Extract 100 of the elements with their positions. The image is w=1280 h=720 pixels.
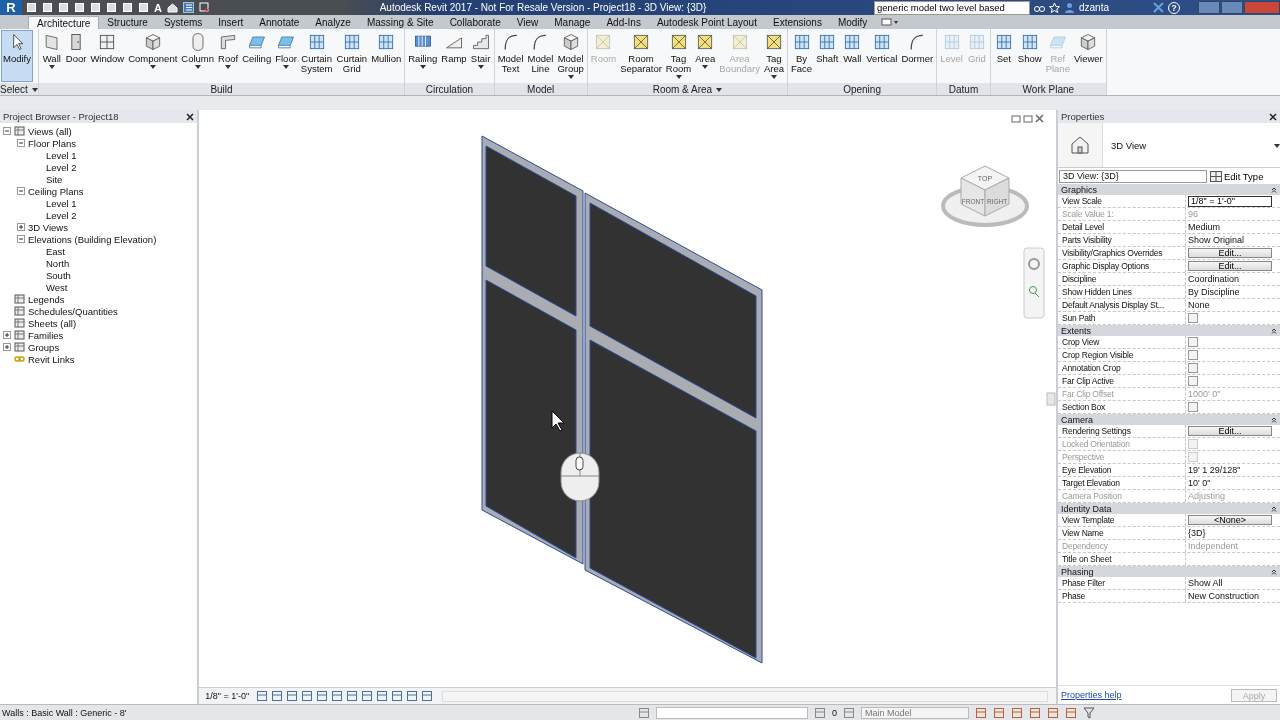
checkbox[interactable] [1188,313,1198,323]
user-icon[interactable] [1064,2,1075,13]
tree-item[interactable]: Sheets (all) [28,317,77,329]
ribbon-tab[interactable]: Massing & Site [358,16,442,29]
user-name[interactable]: dzanta [1079,2,1149,13]
ribbon-button[interactable]: Show [1015,30,1044,82]
tree-item[interactable]: Site [46,173,63,185]
ribbon-tab[interactable]: Architecture [28,16,100,29]
ribbon-button[interactable]: By Face [789,30,815,82]
view-control-icon[interactable] [256,690,269,702]
design-option-dropdown[interactable]: Main Model [861,706,969,719]
instance-dropdown[interactable]: 3D View: {3D} [1059,169,1207,183]
ribbon-button[interactable]: Modify [1,30,33,82]
chevron-icon[interactable] [1271,416,1277,423]
close-icon[interactable] [1269,112,1277,121]
expand-toggle[interactable] [17,235,25,243]
ribbon-button[interactable]: Door [63,30,89,82]
ribbon-button[interactable]: Model Text [495,30,526,82]
tree-item[interactable]: North [46,257,70,269]
checkbox[interactable] [1188,402,1198,412]
edit-button[interactable]: Edit... [1188,261,1272,271]
ribbon-button[interactable]: Viewer [1071,30,1105,82]
ribbon-button[interactable]: Area [693,30,718,82]
view-control-icon[interactable] [421,690,434,702]
navigation-bar[interactable] [1023,247,1045,319]
ribbon-button[interactable]: Shaft [814,30,841,82]
view-scale-field[interactable]: 1/8" = 1'-0" [1188,195,1272,207]
text-tool-button[interactable]: A [154,1,162,14]
edit-button[interactable]: <None> [1188,515,1272,525]
tree-item[interactable]: Floor Plans [28,137,77,149]
x-logo-icon[interactable] [1153,2,1164,13]
ribbon-button[interactable]: Dormer [899,30,936,82]
ribbon-button[interactable]: Tag Area [761,30,786,82]
star-icon[interactable] [1049,2,1060,13]
ribbon-button[interactable]: Model Group [555,30,586,82]
expand-toggle[interactable] [3,343,11,351]
edit-button[interactable]: Edit... [1188,248,1272,258]
ribbon-tab[interactable]: Insert [210,16,252,29]
ribbon-button[interactable]: Curtain System [298,30,335,82]
group-header[interactable]: Extents [1058,325,1280,336]
ribbon-tab[interactable]: Autodesk Point Layout [648,16,765,29]
ribbon-button[interactable]: Wall [39,30,64,82]
edit-type-button[interactable]: Edit Type [1210,170,1264,182]
tree-item[interactable]: Families [28,329,64,341]
workset-field[interactable] [656,706,808,719]
tree-item[interactable]: Level 2 [46,209,77,221]
group-header[interactable]: Phasing [1058,566,1280,577]
ribbon-button[interactable]: Mullion [369,30,404,82]
view-control-icon[interactable] [316,690,329,702]
minimize-button[interactable] [1198,1,1220,14]
type-selector[interactable]: 3D View [1058,123,1280,168]
view-scale-label[interactable]: 1/8" = 1'-0" [205,691,250,701]
close-window-icon[interactable] [198,2,210,13]
edit-button[interactable]: Edit... [1188,426,1272,436]
expand-toggle[interactable] [17,139,25,147]
ribbon-button[interactable]: Railing [406,30,440,82]
ribbon-button[interactable]: Wall [840,30,865,82]
chevron-icon[interactable] [1271,568,1277,575]
expand-toggle[interactable] [3,127,11,135]
ribbon-button[interactable]: Roof [216,30,241,82]
tree-item[interactable]: West [46,281,68,293]
tree-item[interactable]: Views (all) [28,125,72,137]
tree-item[interactable]: Revit Links [28,353,75,365]
help-link[interactable]: Properties help [1061,690,1122,700]
checkbox[interactable] [1188,337,1198,347]
checkbox[interactable] [1188,350,1198,360]
expand-toggle[interactable] [17,187,25,195]
tree-item[interactable]: Level 1 [46,197,77,209]
ribbon-tab[interactable]: Extensions [764,16,830,29]
ribbon-tab[interactable]: Structure [99,16,156,29]
group-header[interactable]: Graphics [1058,184,1280,195]
close-icon[interactable] [186,112,195,121]
ribbon-tab[interactable]: Analyze [307,16,359,29]
ribbon-button[interactable]: Set [991,30,1016,82]
tree-item[interactable]: Legends [28,293,65,305]
ribbon-tab[interactable]: Modify [829,16,876,29]
vertical-scrollbar[interactable] [1046,392,1056,406]
view-control-icon[interactable] [406,690,419,702]
ribbon-tab[interactable]: View [508,16,547,29]
ribbon-button[interactable]: Model Line [525,30,556,82]
maximize-button[interactable] [1221,1,1243,14]
checkbox[interactable] [1188,376,1198,386]
tree-item[interactable]: Level 1 [46,149,77,161]
camera-icon[interactable] [881,17,900,27]
ribbon-tab[interactable]: Add-Ins [598,16,649,29]
view-control-icon[interactable] [391,690,404,702]
tree-item[interactable]: East [46,245,65,257]
view-control-icon[interactable] [286,690,299,702]
horizontal-scrollbar[interactable] [442,690,1048,702]
view-control-icon[interactable] [361,690,374,702]
view-control-icon[interactable] [346,690,359,702]
view-control-icon[interactable] [331,690,344,702]
ribbon-button[interactable]: Room Separator [618,30,664,82]
ribbon-button[interactable]: Window [88,30,127,82]
tree-item[interactable]: Groups [28,341,60,353]
ribbon-tab[interactable]: Annotate [251,16,308,29]
ribbon-button[interactable]: Curtain Grid [334,30,370,82]
checkbox[interactable] [1188,363,1198,373]
house-icon[interactable] [166,2,178,13]
chevron-icon[interactable] [1271,327,1277,334]
